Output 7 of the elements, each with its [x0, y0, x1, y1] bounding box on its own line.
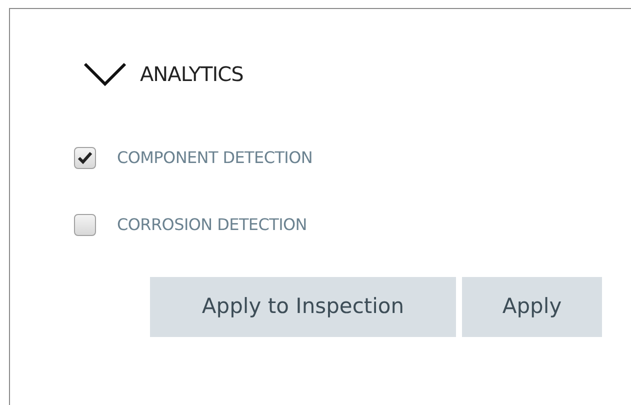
section-title: ANALYTICS	[140, 61, 244, 88]
checkbox[interactable]	[74, 147, 96, 169]
option-label: COMPONENT DETECTION	[117, 147, 313, 169]
apply-button[interactable]: Apply	[462, 277, 602, 337]
option-label: CORROSION DETECTION	[117, 214, 307, 236]
apply-to-inspection-button[interactable]: Apply to Inspection	[150, 277, 456, 337]
checkbox[interactable]	[74, 214, 96, 236]
